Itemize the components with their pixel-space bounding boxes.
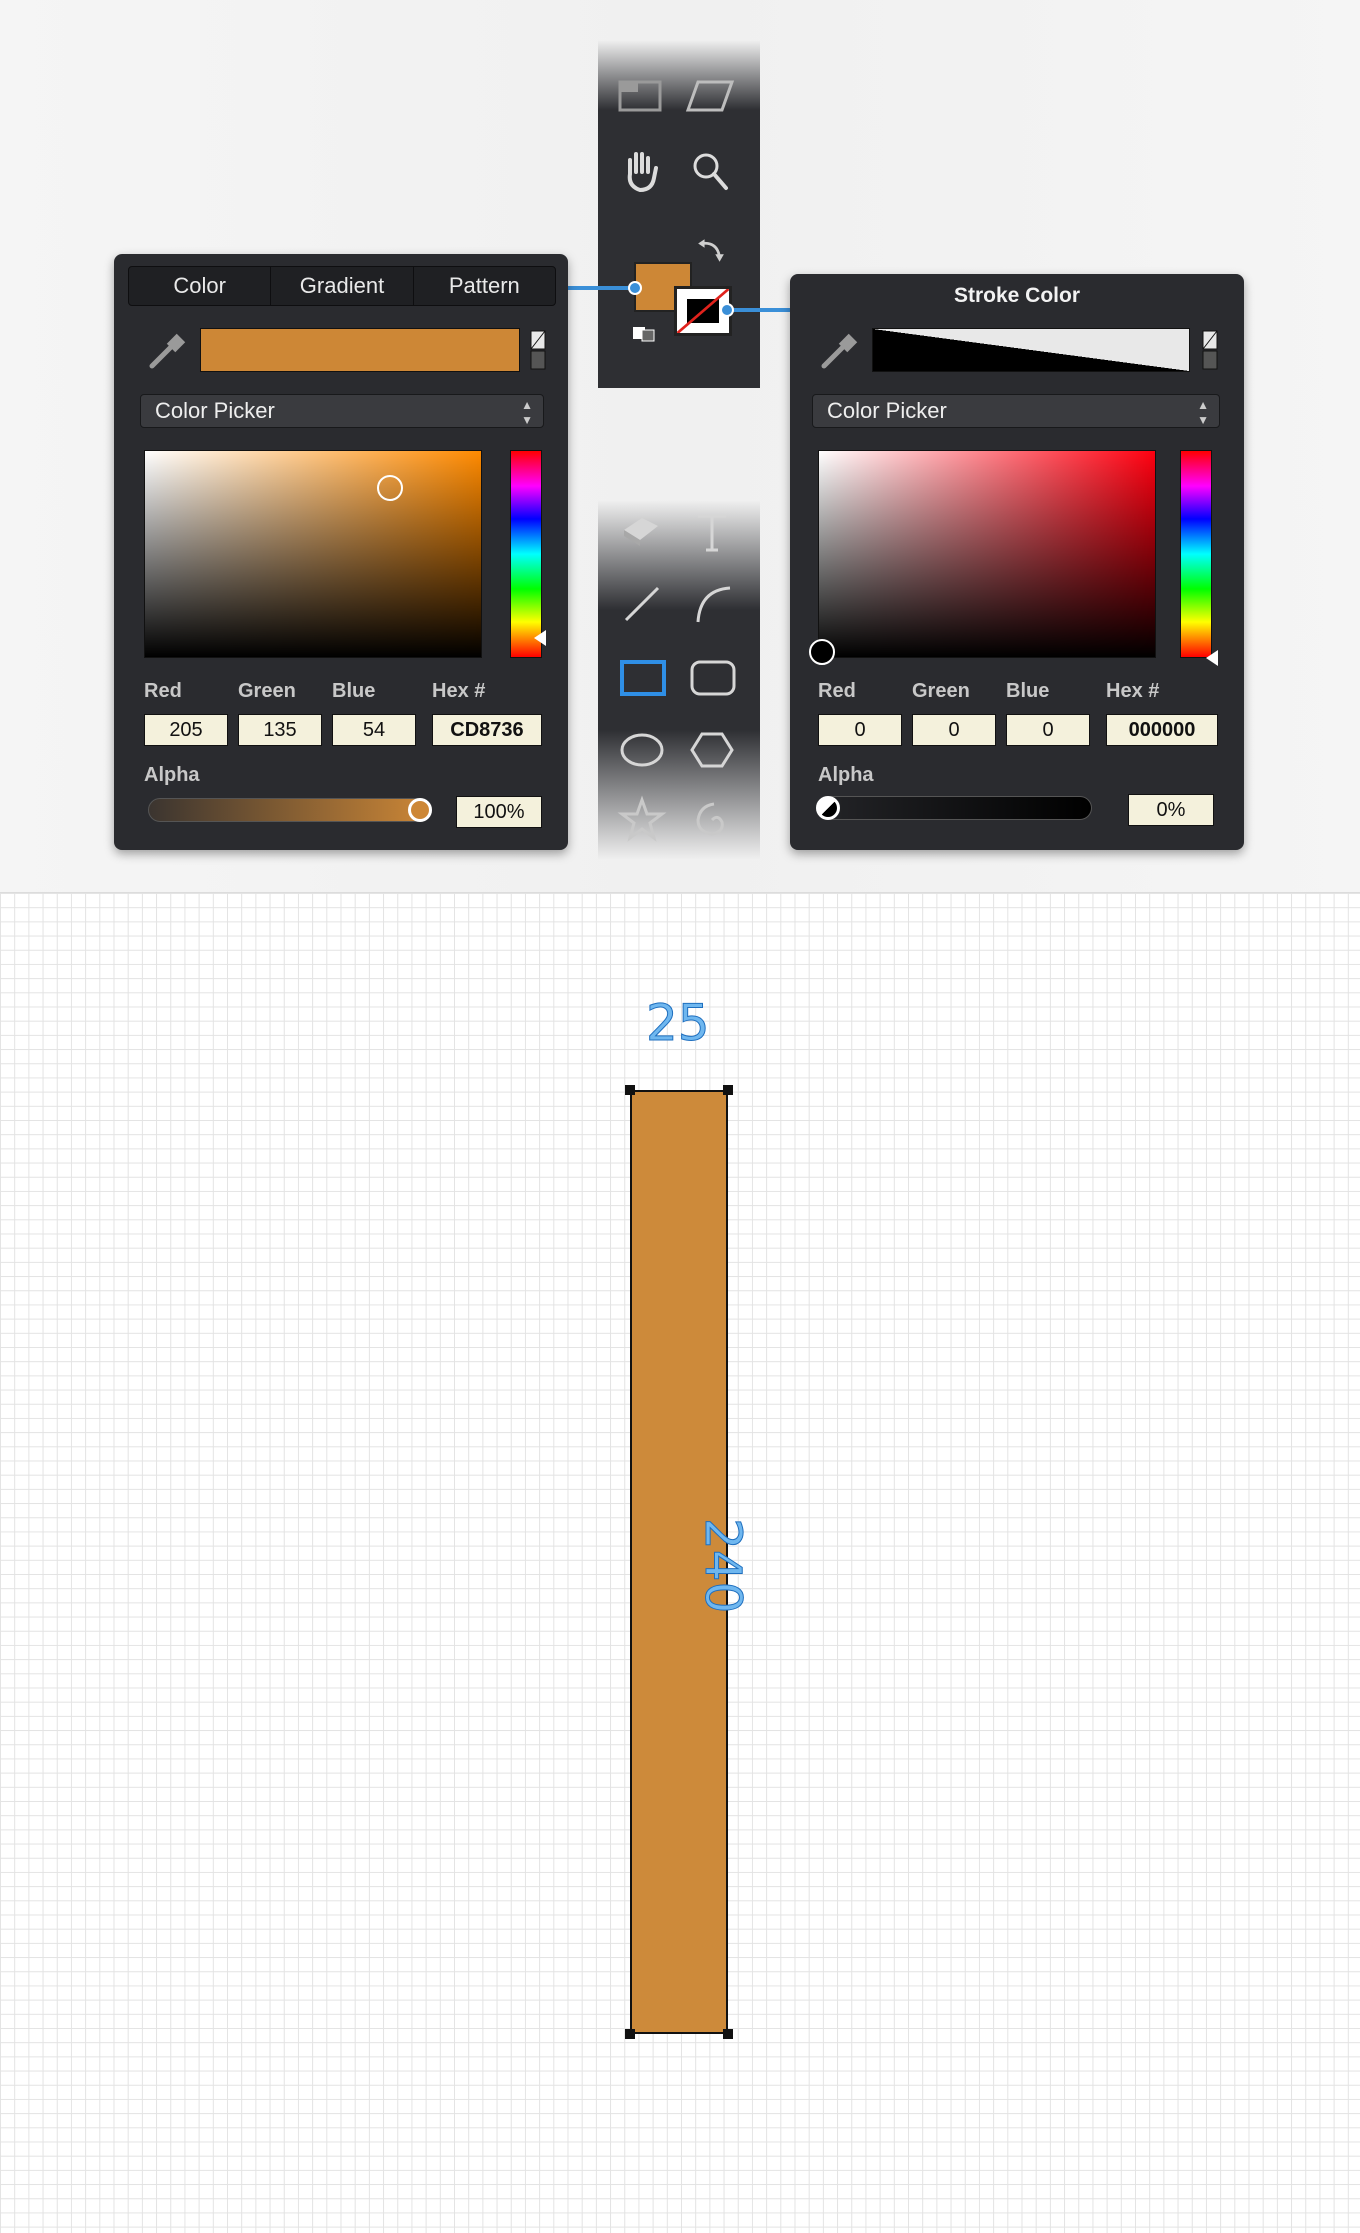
resize-handle[interactable] <box>723 2029 733 2039</box>
hue-slider[interactable] <box>510 450 542 658</box>
current-stroke-swatch[interactable] <box>872 328 1190 372</box>
saturation-value-field[interactable] <box>144 450 482 658</box>
hex-field[interactable]: 000000 <box>1106 714 1218 746</box>
rectangle-tool-icon[interactable] <box>614 650 670 706</box>
default-colors-icon[interactable] <box>632 326 658 342</box>
alpha-field[interactable]: 100% <box>456 796 542 828</box>
star-tool-icon[interactable] <box>614 792 670 848</box>
hex-label: Hex # <box>432 680 486 702</box>
height-dimension-label: 240 <box>694 1518 753 1614</box>
spiral-tool-icon[interactable] <box>684 792 740 848</box>
eyedropper-icon[interactable] <box>144 328 190 374</box>
hand-tool-icon[interactable] <box>612 144 668 200</box>
hue-marker[interactable] <box>1206 650 1218 666</box>
swap-colors-icon[interactable] <box>696 236 726 266</box>
red-label: Red <box>144 680 182 702</box>
eyedropper-icon[interactable] <box>816 328 862 374</box>
zoom-tool-icon[interactable] <box>682 144 738 200</box>
chevron-updown-icon: ▲ ▼ <box>521 398 533 427</box>
sv-picker-knob[interactable] <box>809 639 835 665</box>
blue-label: Blue <box>1006 680 1050 702</box>
eraser-tool-icon[interactable] <box>614 504 670 560</box>
blue-field[interactable]: 54 <box>332 714 416 746</box>
stroke-connector <box>730 308 790 312</box>
skew-tool-icon[interactable] <box>682 70 738 126</box>
saturation-value-field[interactable] <box>809 450 1156 665</box>
green-label: Green <box>238 680 296 702</box>
alpha-label: Alpha <box>144 764 200 786</box>
stroke-connector-dot <box>720 303 734 317</box>
swatch-toggle-icon[interactable] <box>530 330 546 370</box>
artboard-tool-icon[interactable] <box>612 70 668 126</box>
alpha-field[interactable]: 0% <box>1128 794 1214 826</box>
resize-handle[interactable] <box>625 1085 635 1095</box>
stroke-panel-title: Stroke Color <box>953 284 1081 307</box>
fill-mode-tabs: Color Gradient Pattern <box>128 266 556 306</box>
color-picker-dropdown-label: Color Picker <box>827 398 947 423</box>
color-picker-dropdown-label: Color Picker <box>155 398 275 423</box>
red-field[interactable]: 205 <box>144 714 228 746</box>
sv-picker-knob[interactable] <box>377 475 403 501</box>
tab-color[interactable]: Color <box>129 267 272 305</box>
curve-tool-icon[interactable] <box>684 576 740 632</box>
color-picker-dropdown[interactable]: Color Picker ▲ ▼ <box>140 394 544 428</box>
hex-field[interactable]: CD8736 <box>432 714 542 746</box>
current-fill-swatch[interactable] <box>200 328 520 372</box>
resize-handle[interactable] <box>625 2029 635 2039</box>
alpha-knob[interactable] <box>816 796 840 820</box>
text-tool-icon[interactable] <box>684 504 740 560</box>
ellipse-tool-icon[interactable] <box>614 722 670 778</box>
line-tool-icon[interactable] <box>614 576 670 632</box>
fill-connector-dot <box>628 281 642 295</box>
hue-marker[interactable] <box>534 630 546 646</box>
alpha-slider[interactable] <box>148 798 432 822</box>
polygon-tool-icon[interactable] <box>684 722 740 778</box>
hex-label: Hex # <box>1106 680 1160 702</box>
resize-handle[interactable] <box>723 1085 733 1095</box>
tab-gradient[interactable]: Gradient <box>271 267 414 305</box>
chevron-updown-icon: ▲ ▼ <box>1197 398 1209 427</box>
hue-slider[interactable] <box>1180 450 1212 658</box>
swatch-toggle-icon[interactable] <box>1202 330 1218 370</box>
green-field[interactable]: 0 <box>912 714 996 746</box>
alpha-knob[interactable] <box>408 798 432 822</box>
width-dimension-label: 25 <box>646 994 711 1053</box>
fill-color-panel: Color Gradient Pattern Color Picker ▲ ▼ R… <box>114 254 568 850</box>
alpha-slider[interactable] <box>816 796 1092 820</box>
red-field[interactable]: 0 <box>818 714 902 746</box>
color-picker-dropdown[interactable]: Color Picker ▲ ▼ <box>812 394 1220 428</box>
red-label: Red <box>818 680 856 702</box>
tab-pattern[interactable]: Pattern <box>414 267 555 305</box>
green-label: Green <box>912 680 970 702</box>
rounded-rectangle-tool-icon[interactable] <box>684 650 740 706</box>
blue-label: Blue <box>332 680 376 702</box>
alpha-label: Alpha <box>818 764 874 786</box>
fill-connector <box>568 286 634 290</box>
stroke-color-panel: Stroke Color Color Picker ▲ ▼ Red Green B… <box>790 274 1244 850</box>
green-field[interactable]: 135 <box>238 714 322 746</box>
blue-field[interactable]: 0 <box>1006 714 1090 746</box>
lower-toolbar <box>598 500 760 860</box>
